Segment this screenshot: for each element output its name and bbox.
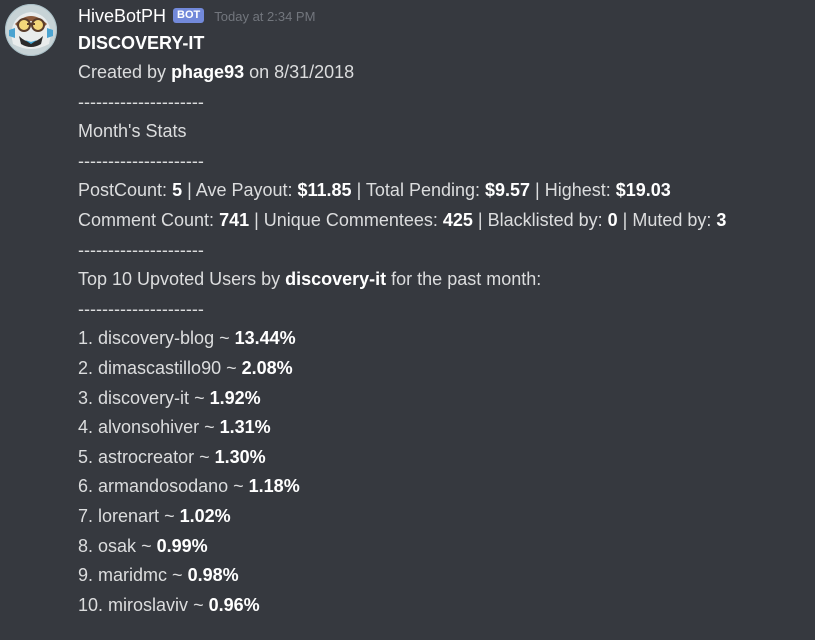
user-name: dimascastillo90 [98, 357, 222, 378]
top-heading-prefix: Top 10 Upvoted Users by [78, 269, 286, 290]
list-item: 6. armandosodano ~ 1.18% [78, 476, 300, 497]
separator: --------------------- [78, 91, 204, 112]
rank: 7. [78, 505, 94, 526]
stat-label: | Highest: [530, 180, 616, 201]
stat-value: 3 [716, 209, 727, 230]
rank: 5. [78, 446, 94, 467]
stat-value: 0 [607, 209, 618, 230]
rank: 1. [78, 328, 94, 349]
bot-badge: BOT [173, 7, 205, 23]
user-name: maridmc [98, 565, 168, 586]
top-users-heading: Top 10 Upvoted Users by discovery-it for… [78, 265, 815, 295]
stat-value: $9.57 [485, 180, 531, 201]
list-item: 3. discovery-it ~ 1.92% [78, 387, 261, 408]
stat-label: | Total Pending: [351, 180, 485, 201]
user-name: miroslaviv [108, 594, 189, 615]
stat-value: $11.85 [297, 180, 352, 201]
user-percent: 1.18% [248, 476, 300, 497]
message-timestamp: Today at 2:34 PM [214, 8, 316, 24]
user-name: discovery-blog [98, 328, 215, 349]
rank: 10. [78, 594, 104, 615]
stat-value: 741 [219, 209, 250, 230]
list-item: 4. alvonsohiver ~ 1.31% [78, 417, 271, 438]
created-line: Created by phage93 on 8/31/2018 [78, 58, 815, 88]
list-item: 8. osak ~ 0.99% [78, 535, 208, 556]
list-item: 1. discovery-blog ~ 13.44% [78, 328, 296, 349]
stat-label: Comment Count: [78, 209, 220, 230]
rank: 9. [78, 565, 94, 586]
user-percent: 0.98% [187, 565, 239, 586]
user-name: astrocreator [98, 446, 195, 467]
user-percent: 1.92% [209, 387, 261, 408]
top-heading-account: discovery-it [285, 269, 387, 290]
stats-row-comments: Comment Count: 741 | Unique Commentees: … [78, 206, 815, 236]
user-percent: 0.96% [208, 594, 260, 615]
user-name: discovery-it [98, 387, 190, 408]
message-title: DISCOVERY-IT [78, 33, 205, 53]
stat-label: | Ave Payout: [182, 180, 298, 201]
separator: --------------------- [78, 298, 204, 319]
user-percent: 0.99% [156, 535, 208, 556]
user-name: armandosodano [98, 476, 229, 497]
message-header: HiveBotPH BOT Today at 2:34 PM [78, 3, 815, 29]
user-name: lorenart [98, 505, 160, 526]
stats-row-posts: PostCount: 5 | Ave Payout: $11.85 | Tota… [78, 176, 815, 206]
list-item: 7. lorenart ~ 1.02% [78, 505, 231, 526]
list-item: 9. maridmc ~ 0.98% [78, 565, 239, 586]
created-suffix: on 8/31/2018 [244, 62, 355, 82]
stats-heading: Month's Stats [78, 121, 187, 142]
top-users-list: 1. discovery-blog ~ 13.44% 2. dimascasti… [78, 324, 815, 620]
user-percent: 1.30% [214, 446, 266, 467]
stat-label: | Muted by: [617, 209, 717, 230]
message-content: HiveBotPH BOT Today at 2:34 PM DISCOVERY… [78, 3, 815, 620]
stat-label: | Blacklisted by: [472, 209, 608, 230]
separator: --------------------- [78, 239, 204, 260]
user-percent: 1.31% [219, 417, 271, 438]
created-prefix: Created by [78, 62, 172, 82]
user-name: osak [98, 535, 137, 556]
author-name[interactable]: HiveBotPH [78, 6, 166, 27]
separator: --------------------- [78, 150, 204, 171]
chat-message: HiveBotPH BOT Today at 2:34 PM DISCOVERY… [0, 0, 815, 640]
stat-value: $19.03 [615, 180, 671, 201]
stat-label: PostCount: [78, 180, 173, 201]
stat-label: | Unique Commentees: [249, 209, 443, 230]
creator-name: phage93 [171, 62, 245, 82]
stat-value: 5 [172, 180, 183, 201]
user-percent: 2.08% [241, 357, 293, 378]
list-item: 2. dimascastillo90 ~ 2.08% [78, 357, 293, 378]
list-item: 10. miroslaviv ~ 0.96% [78, 594, 260, 615]
rank: 2. [78, 357, 94, 378]
avatar-image [5, 4, 57, 56]
user-percent: 1.02% [179, 505, 231, 526]
user-name: alvonsohiver [98, 417, 200, 438]
top-heading-suffix: for the past month: [386, 269, 542, 290]
user-percent: 13.44% [234, 328, 296, 349]
rank: 4. [78, 417, 94, 438]
list-item: 5. astrocreator ~ 1.30% [78, 446, 266, 467]
rank: 6. [78, 476, 94, 497]
rank: 3. [78, 387, 94, 408]
rank: 8. [78, 535, 94, 556]
bot-avatar[interactable] [5, 4, 57, 56]
stat-value: 425 [442, 209, 473, 230]
